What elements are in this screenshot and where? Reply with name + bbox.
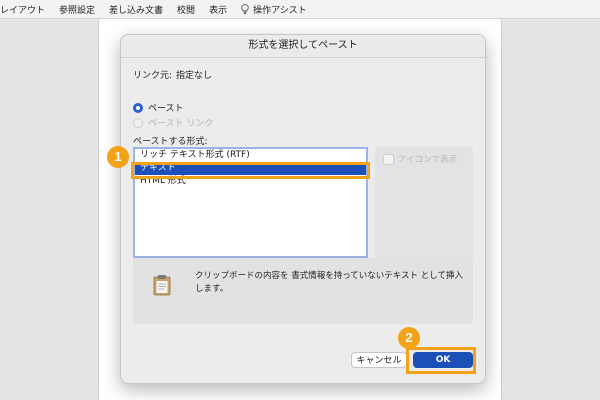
display-options-panel: アイコンで表示: [375, 147, 473, 258]
result-description-text: クリップボードの内容を 書式情報を持っていないテキスト として挿入します。: [195, 271, 463, 294]
radio-paste-label: ペースト: [148, 104, 184, 114]
tab-references[interactable]: 参照設定: [59, 3, 95, 16]
tab-layout[interactable]: レイアウト: [0, 3, 45, 16]
tab-review[interactable]: 校閲: [177, 3, 195, 16]
radio-paste-link-row: ペースト リンク: [133, 116, 213, 129]
format-label: ペーストする形式:: [133, 137, 208, 147]
clipboard-icon: [153, 274, 171, 300]
highlight-text-format: [131, 162, 370, 179]
paste-special-dialog: 形式を選択してペースト リンク元: 指定なし ペースト ペースト リンク ペースト…: [120, 34, 486, 384]
display-as-icon-option: アイコンで表示: [383, 153, 457, 165]
radio-paste[interactable]: [133, 102, 143, 113]
link-source-value: 指定なし: [176, 71, 213, 81]
step-badge-2: 2: [398, 327, 420, 349]
dialog-title: 形式を選択してペースト: [121, 35, 485, 58]
link-source-row: リンク元: 指定なし: [133, 68, 212, 81]
tab-tell-me[interactable]: 操作アシスト: [253, 3, 307, 16]
radio-paste-link: [133, 117, 143, 128]
cancel-button[interactable]: キャンセル: [351, 352, 407, 368]
ribbon-menu: レイアウト 参照設定 差し込み文書 校閲 表示 操作アシスト: [0, 0, 600, 19]
tab-mailings[interactable]: 差し込み文書: [109, 3, 163, 16]
lightbulb-icon: [241, 3, 249, 15]
display-as-icon-label: アイコンで表示: [398, 155, 458, 165]
highlight-ok-button: [406, 347, 476, 374]
result-description-box: クリップボードの内容を 書式情報を持っていないテキスト として挿入します。: [133, 258, 473, 324]
tab-view[interactable]: 表示: [209, 3, 227, 16]
format-item-rtf[interactable]: リッチ テキスト形式 (RTF): [135, 149, 366, 162]
step-badge-1: 1: [107, 146, 129, 168]
link-source-label: リンク元:: [133, 71, 173, 81]
display-as-icon-checkbox: [383, 153, 394, 165]
radio-paste-link-label: ペースト リンク: [148, 119, 214, 129]
radio-paste-row[interactable]: ペースト: [133, 101, 184, 114]
